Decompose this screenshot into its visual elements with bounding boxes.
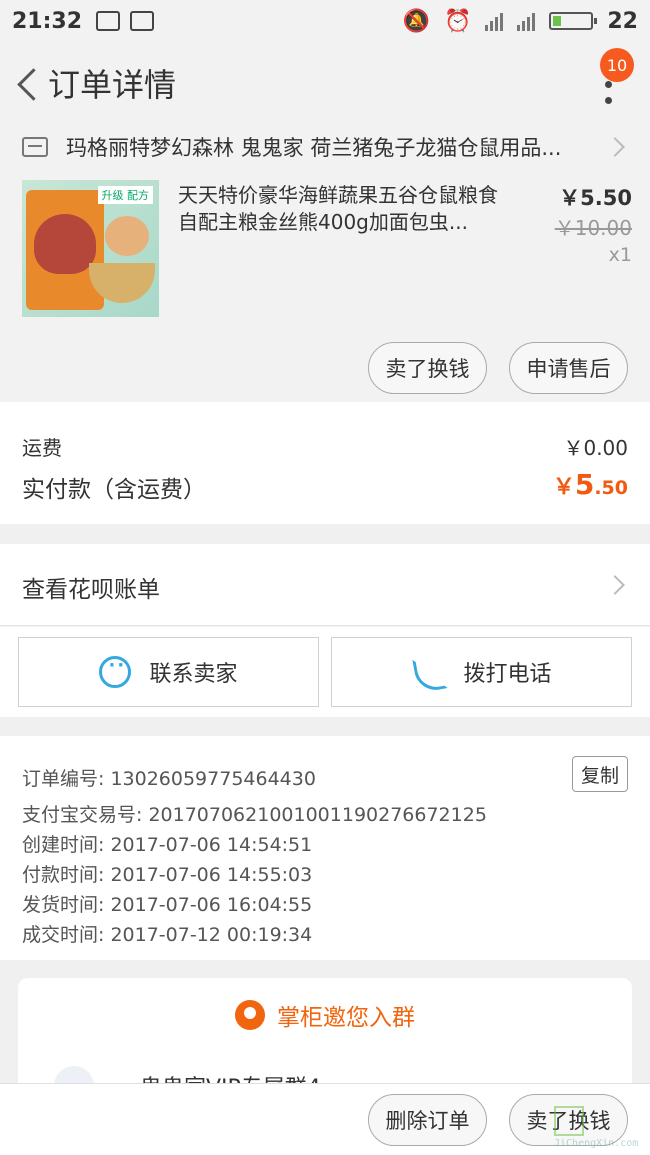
photo-notification-icon — [96, 11, 121, 31]
call-label: 拨打电话 — [463, 662, 552, 687]
chevron-right-icon — [605, 137, 625, 157]
product-quantity: x1 — [608, 244, 632, 266]
group-icon — [235, 1000, 265, 1030]
chevron-right-icon — [605, 575, 625, 595]
after-sale-button[interactable]: 申请售后 — [509, 342, 628, 394]
contact-actions: 联系卖家 拨打电话 — [0, 627, 650, 717]
group-invite-header: 掌柜邀您入群 — [18, 998, 632, 1032]
product-image-tag: 升级 配方 — [97, 186, 153, 204]
fee-section: 运费 ￥0.00 实付款（含运费） ￥5.50 — [0, 402, 650, 524]
bottom-action-bar: 删除订单 卖了换钱 — [0, 1083, 650, 1155]
mute-icon: 🔕 — [402, 8, 430, 34]
total-label: 实付款（含运费） — [22, 477, 206, 503]
order-item: 升级 配方 天天特价豪华海鲜蔬果五谷仓鼠粮食自配主粮金丝熊400g加面包虫...… — [0, 170, 650, 402]
product-price: ￥5.50 — [559, 186, 632, 210]
book-notification-icon — [130, 11, 155, 31]
delete-order-button[interactable]: 删除订单 — [368, 1094, 487, 1146]
huabei-bill-row[interactable]: 查看花呗账单 — [0, 544, 650, 626]
shipping-label: 运费 — [22, 436, 62, 460]
copy-button[interactable]: 复制 — [572, 756, 628, 792]
contact-seller-button[interactable]: 联系卖家 — [18, 637, 319, 707]
group-invite-title: 掌柜邀您入群 — [277, 1005, 415, 1031]
signal-icon-2 — [517, 11, 536, 31]
contact-seller-label: 联系卖家 — [149, 662, 238, 687]
notification-badge: 10 — [600, 48, 634, 82]
shop-name: 玛格丽特梦幻森林 鬼鬼家 荷兰猪兔子龙猫仓鼠用品... — [66, 136, 562, 160]
product-title[interactable]: 天天特价豪华海鲜蔬果五谷仓鼠粮食自配主粮金丝熊400g加面包虫... — [178, 182, 514, 236]
shop-row[interactable]: 玛格丽特梦幻森林 鬼鬼家 荷兰猪兔子龙猫仓鼠用品... — [0, 124, 650, 170]
status-time: 21:32 — [12, 8, 83, 34]
signal-icon — [485, 11, 504, 31]
shop-icon — [22, 137, 48, 157]
watermark-logo: JiChengXin.com — [554, 1102, 644, 1150]
order-info: 订单编号: 13026059775464430 复制 支付宝交易号: 20170… — [0, 736, 650, 960]
alarm-icon: ⏰ — [443, 8, 472, 34]
nav-bar: 订单详情 10 — [0, 42, 650, 124]
chat-icon — [99, 655, 132, 688]
created-time: 创建时间: 2017-07-06 14:54:51 — [22, 834, 313, 856]
order-number: 订单编号: 13026059775464430 — [22, 768, 316, 790]
huabei-label: 查看花呗账单 — [22, 577, 160, 603]
product-image[interactable]: 升级 配方 — [22, 180, 159, 317]
sell-button[interactable]: 卖了换钱 — [368, 342, 487, 394]
total-value: ￥5.50 — [552, 468, 628, 501]
hamster-shape — [105, 216, 149, 256]
phone-icon — [411, 655, 445, 689]
shipped-time: 发货时间: 2017-07-06 16:04:55 — [22, 894, 313, 916]
status-bar: 21:32 🔕 ⏰ 22 — [0, 0, 650, 42]
battery-icon — [549, 12, 598, 30]
paid-time: 付款时间: 2017-07-06 14:55:03 — [22, 864, 313, 886]
shipping-value: ￥0.00 — [563, 436, 628, 460]
alipay-trade-number: 支付宝交易号: 2017070621001001190276672125 — [22, 804, 487, 826]
back-icon[interactable] — [8, 63, 48, 103]
product-mascot-shape — [34, 214, 96, 274]
call-button[interactable]: 拨打电话 — [331, 637, 632, 707]
page-title: 订单详情 — [48, 66, 177, 104]
completed-time: 成交时间: 2017-07-12 00:19:34 — [22, 924, 313, 946]
battery-level: 22 — [607, 8, 638, 34]
product-original-price: ￥10.00 — [554, 216, 632, 240]
